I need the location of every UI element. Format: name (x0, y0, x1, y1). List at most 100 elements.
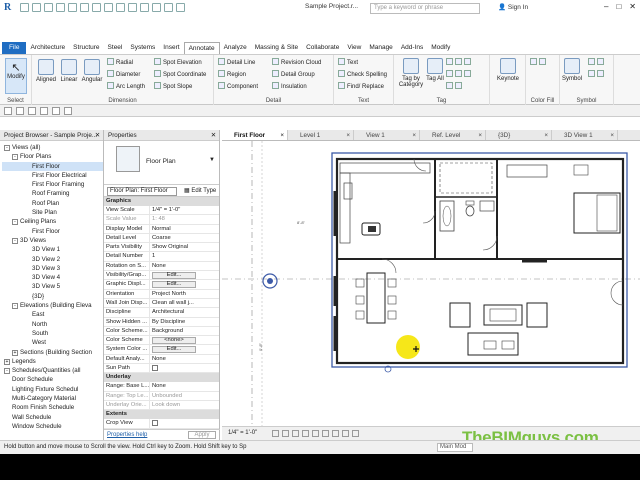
property-value[interactable]: Show Original (150, 243, 219, 251)
detail-line-button[interactable]: Detail Line (218, 58, 255, 66)
close-icon[interactable]: ✕ (211, 130, 216, 141)
dimension-group-label[interactable]: Dimension (32, 98, 213, 104)
symbol-group-label[interactable]: Symbol (560, 98, 613, 104)
section-icon[interactable] (140, 3, 149, 12)
property-section-header[interactable]: Extents (104, 410, 219, 420)
tab-collaborate[interactable]: Collaborate (302, 42, 343, 54)
view-scale[interactable]: 1/4" = 1'-0" (228, 430, 257, 436)
close-icon[interactable]: × (610, 130, 614, 141)
redo-icon[interactable] (68, 3, 77, 12)
property-value[interactable]: Normal (150, 225, 219, 233)
collapse-icon[interactable]: - (12, 303, 18, 310)
radial-button[interactable]: Radial (107, 58, 133, 66)
browser-item[interactable]: - Views (all) (2, 143, 103, 152)
view-tab[interactable]: Level 1 × (288, 130, 354, 140)
insulation-button[interactable]: Insulation (272, 82, 307, 90)
filter-icon[interactable] (64, 106, 72, 115)
property-value[interactable]: By Discipline (150, 318, 219, 326)
property-value[interactable]: Look down (150, 401, 219, 409)
sun-path-icon[interactable] (292, 430, 299, 437)
property-value[interactable]: Project North (150, 290, 219, 298)
browser-item[interactable]: + Legends (2, 357, 103, 366)
close-icon[interactable]: ✕ (95, 130, 100, 141)
browser-item[interactable]: Multi-Category Material (2, 394, 103, 403)
browser-item[interactable]: Door Schedule (2, 375, 103, 384)
thin-lines-icon[interactable] (152, 3, 161, 12)
floor-plan-drawing[interactable]: 8'-8" 0'-8" (222, 141, 640, 426)
collapse-icon[interactable]: - (12, 237, 18, 244)
symbol-button[interactable]: Symbol (560, 58, 584, 82)
dimension-icon[interactable] (104, 3, 113, 12)
browser-item[interactable]: -3D Views (2, 236, 103, 245)
property-value[interactable]: <none> (150, 336, 219, 345)
properties-help-link[interactable]: Properties help (107, 432, 147, 438)
select-by-face-icon[interactable] (40, 106, 48, 115)
print-icon[interactable] (80, 3, 89, 12)
tab-steel[interactable]: Steel (104, 42, 127, 54)
spot-elevation-button[interactable]: Spot Elevation (154, 58, 202, 66)
measure-icon[interactable] (92, 3, 101, 12)
visual-style-icon[interactable] (282, 430, 289, 437)
tag-by-category-button[interactable]: Tag by Category (396, 58, 426, 88)
arc-length-button[interactable]: Arc Length (107, 82, 145, 90)
property-section-header[interactable]: Underlay (104, 373, 219, 383)
close-icon[interactable]: × (346, 130, 350, 141)
tab-view[interactable]: View (343, 42, 365, 54)
browser-item[interactable]: Wall Schedule (2, 413, 103, 422)
view-tab[interactable]: First Floor × (222, 130, 288, 140)
check-spelling-button[interactable]: Check Spelling (338, 70, 387, 78)
collapse-icon[interactable]: - (12, 154, 18, 161)
spot-coordinate-button[interactable]: Spot Coordinate (154, 70, 206, 78)
color-fill-tools[interactable] (530, 58, 548, 66)
edit-type-button[interactable]: ▦ Edit Type (184, 187, 216, 194)
property-value[interactable] (150, 364, 219, 372)
collapse-icon[interactable]: - (12, 219, 18, 226)
text-icon[interactable] (116, 3, 125, 12)
property-edit-button[interactable]: Edit... (152, 272, 196, 280)
lock-3d-icon[interactable] (332, 430, 339, 437)
spot-slope-button[interactable]: Spot Slope (154, 82, 192, 90)
property-value[interactable]: 1 (150, 252, 219, 260)
browser-item[interactable]: North (2, 320, 103, 329)
browser-item[interactable]: East (2, 310, 103, 319)
aligned-dimension-button[interactable]: Aligned (35, 59, 57, 83)
drag-elements-icon[interactable] (52, 106, 60, 115)
property-value[interactable]: Architectural (150, 308, 219, 316)
browser-item[interactable]: 3D View 5 (2, 282, 103, 291)
browser-item[interactable]: Roof Framing (2, 189, 103, 198)
select-pinned-icon[interactable] (28, 106, 36, 115)
browser-item[interactable]: West (2, 338, 103, 347)
shadows-icon[interactable] (302, 430, 309, 437)
tab-insert[interactable]: Insert (159, 42, 183, 54)
region-button[interactable]: Region (218, 70, 246, 78)
browser-item[interactable]: - Ceiling Plans (2, 217, 103, 226)
detail-group-label[interactable]: Detail (214, 98, 333, 104)
view-tab[interactable]: {3D} × (486, 130, 552, 140)
property-value[interactable]: Unbounded (150, 392, 219, 400)
browser-item[interactable]: - Schedules/Quantities (all (2, 366, 103, 375)
sync-icon[interactable] (44, 3, 53, 12)
property-value[interactable]: Background (150, 327, 219, 335)
tag-tools-row-3[interactable] (446, 82, 464, 90)
expand-icon[interactable]: + (12, 349, 18, 356)
tab-systems[interactable]: Systems (126, 42, 159, 54)
detail-level-icon[interactable] (272, 430, 279, 437)
tab-annotate[interactable]: Annotate (183, 42, 220, 54)
tab-file[interactable]: File (2, 42, 27, 54)
browser-item[interactable]: First Floor (2, 227, 103, 236)
property-edit-button[interactable]: <none> (152, 337, 196, 345)
browser-item[interactable]: + Sections (Building Section (2, 348, 103, 357)
close-icon[interactable]: × (412, 130, 416, 141)
type-selector[interactable]: Floor Plan ▼ (104, 141, 219, 185)
open-icon[interactable] (20, 3, 29, 12)
browser-item[interactable]: First Floor (2, 161, 103, 171)
property-value[interactable]: Edit... (150, 280, 219, 289)
browser-item[interactable]: Room Finish Schedule (2, 403, 103, 412)
text-group-label[interactable]: Text (334, 98, 393, 104)
property-value[interactable]: 1: 48 (150, 215, 219, 223)
browser-item[interactable]: First Floor Electrical (2, 171, 103, 180)
show-crop-icon[interactable] (322, 430, 329, 437)
find-replace-button[interactable]: Find/ Replace (338, 82, 384, 90)
workset-dropdown[interactable]: Main Mod (437, 443, 473, 452)
property-value[interactable]: Clean all wall j... (150, 299, 219, 307)
